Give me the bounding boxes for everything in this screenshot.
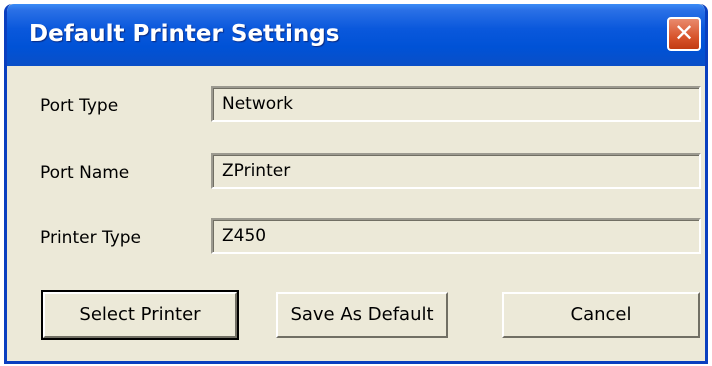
printer-type-field[interactable]: Z450: [211, 218, 701, 254]
printer-settings-dialog: Default Printer Settings ✕ Port Type Net…: [4, 4, 708, 364]
save-as-default-button[interactable]: Save As Default: [276, 292, 448, 338]
printer-type-label: Printer Type: [40, 228, 142, 248]
port-type-field[interactable]: Network: [211, 86, 701, 122]
port-name-label: Port Name: [40, 163, 130, 183]
port-name-field[interactable]: ZPrinter: [211, 153, 701, 189]
cancel-button[interactable]: Cancel: [502, 292, 700, 338]
close-button[interactable]: ✕: [667, 17, 701, 51]
port-type-label: Port Type: [40, 96, 119, 116]
title-bar[interactable]: Default Printer Settings ✕: [7, 4, 705, 66]
dialog-title: Default Printer Settings: [29, 21, 340, 47]
select-printer-button[interactable]: Select Printer: [41, 290, 239, 340]
close-icon: ✕: [673, 19, 695, 47]
